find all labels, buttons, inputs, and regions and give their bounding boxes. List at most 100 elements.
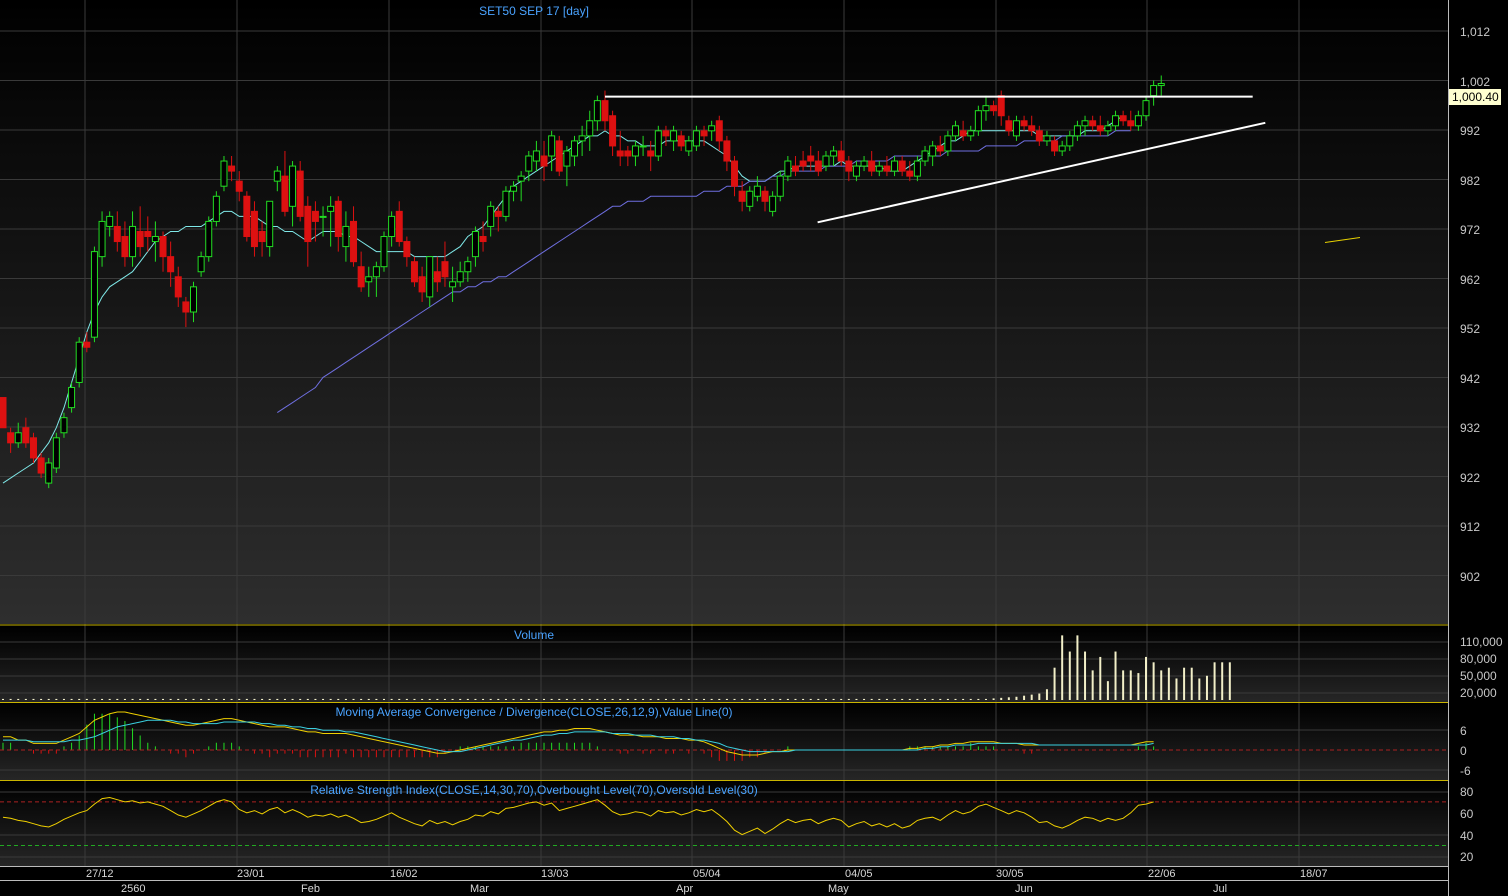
candle-down bbox=[83, 341, 91, 348]
month-label: Mar bbox=[470, 883, 489, 895]
candle-up bbox=[380, 236, 388, 268]
candle-up bbox=[952, 125, 959, 137]
candle-down bbox=[0, 397, 7, 429]
candle-down bbox=[936, 145, 944, 152]
candle-down bbox=[609, 115, 617, 147]
candle-up bbox=[1073, 125, 1081, 137]
candle-down bbox=[990, 105, 998, 112]
chart-title: SET50 SEP 17 [day] bbox=[479, 4, 589, 18]
candle-down bbox=[898, 160, 906, 172]
candle-down bbox=[883, 165, 891, 172]
candle-down bbox=[738, 190, 746, 202]
candle-down bbox=[167, 256, 175, 273]
candle-up bbox=[487, 205, 495, 227]
price-tick-label: 1,002 bbox=[1460, 75, 1490, 89]
candle-up bbox=[212, 195, 220, 222]
date-tick-label: 18/07 bbox=[1300, 868, 1328, 880]
candle-up bbox=[45, 462, 53, 484]
candle-down bbox=[731, 160, 739, 187]
candle-down bbox=[479, 236, 487, 243]
candle-down bbox=[418, 276, 426, 293]
chart-canvas: SET50 SEP 17 [day] Volume Moving Average… bbox=[0, 0, 1503, 896]
candle-down bbox=[1089, 120, 1097, 127]
candle-up bbox=[944, 135, 952, 152]
date-tick-label: 04/05 bbox=[845, 868, 873, 880]
date-tick-label: 13/03 bbox=[541, 868, 569, 880]
macd-title: Moving Average Convergence / Divergence(… bbox=[335, 705, 732, 719]
candle-down bbox=[997, 95, 1005, 117]
candle-up bbox=[769, 195, 777, 212]
candle-up bbox=[525, 155, 533, 172]
candle-down bbox=[22, 427, 30, 444]
candle-down bbox=[350, 220, 358, 263]
price-tick-label: 942 bbox=[1460, 372, 1480, 386]
candle-down bbox=[174, 276, 182, 298]
candle-up bbox=[273, 170, 281, 182]
candle-down bbox=[433, 271, 441, 283]
macd-tick-label: 6 bbox=[1460, 724, 1467, 738]
candle-up bbox=[929, 145, 937, 157]
candle-up bbox=[1081, 120, 1089, 127]
candle-up bbox=[289, 165, 297, 207]
candle-up bbox=[1112, 115, 1120, 127]
candle-up bbox=[197, 256, 205, 273]
candle-up bbox=[327, 205, 335, 212]
rsi-title: Relative Strength Index(CLOSE,14,30,70),… bbox=[310, 783, 758, 797]
candle-down bbox=[37, 457, 45, 474]
candle-up bbox=[578, 135, 586, 142]
candle-down bbox=[601, 100, 609, 122]
candle-down bbox=[410, 261, 418, 283]
price-tick-label: 922 bbox=[1460, 471, 1480, 485]
candle-up bbox=[68, 386, 76, 409]
volume-title: Volume bbox=[514, 628, 554, 642]
month-label: 2560 bbox=[121, 883, 145, 895]
price-tick-label: 902 bbox=[1460, 570, 1480, 584]
candle-down bbox=[677, 135, 685, 147]
candle-down bbox=[1035, 130, 1043, 142]
volume-tick-label: 110,000 bbox=[1460, 635, 1503, 649]
candle-down bbox=[258, 230, 266, 243]
candle-up bbox=[464, 261, 472, 273]
candle-down bbox=[304, 205, 312, 243]
volume-tick-label: 20,000 bbox=[1460, 686, 1497, 700]
month-label: May bbox=[828, 883, 849, 895]
candle-up bbox=[106, 215, 114, 227]
candle-down bbox=[845, 160, 853, 172]
candle-up bbox=[1066, 135, 1074, 147]
candle-down bbox=[837, 150, 845, 162]
candle-up bbox=[60, 417, 68, 434]
candle-up bbox=[205, 220, 213, 258]
month-label: Jun bbox=[1015, 883, 1033, 895]
candle-down bbox=[906, 170, 914, 177]
candle-up bbox=[1104, 125, 1112, 132]
candle-up bbox=[639, 145, 647, 148]
candle-up bbox=[151, 236, 159, 243]
price-tick-label: 972 bbox=[1460, 223, 1480, 237]
candle-down bbox=[357, 266, 365, 288]
rsi-axis: 80 60 40 20 bbox=[1460, 785, 1474, 864]
candle-up bbox=[571, 140, 578, 157]
date-tick-label: 23/01 bbox=[237, 868, 265, 880]
date-tick-label: 27/12 bbox=[86, 868, 114, 880]
price-tick-label: 952 bbox=[1460, 322, 1480, 336]
candle-down bbox=[715, 120, 723, 142]
month-label: Jul bbox=[1213, 883, 1227, 895]
date-axis: 27/12 23/01 16/02 13/03 05/04 04/05 30/0… bbox=[86, 868, 1328, 895]
candle-down bbox=[624, 150, 632, 157]
candle-down bbox=[144, 230, 152, 238]
volume-tick-label: 50,000 bbox=[1460, 669, 1497, 683]
candle-up bbox=[98, 220, 106, 258]
candle-up bbox=[852, 165, 860, 177]
volume-axis: 110,000 80,000 50,000 20,000 bbox=[1460, 635, 1503, 700]
candle-down bbox=[311, 210, 319, 222]
volume-tick-label: 80,000 bbox=[1460, 652, 1497, 666]
rsi-tick-label: 60 bbox=[1460, 807, 1474, 821]
month-label: Feb bbox=[301, 883, 320, 895]
candle-down bbox=[799, 160, 807, 167]
month-label: Apr bbox=[676, 883, 693, 895]
candle-down bbox=[243, 195, 251, 238]
candle-up bbox=[593, 100, 601, 122]
candle-up bbox=[1043, 135, 1051, 142]
price-tick-label: 1,012 bbox=[1460, 25, 1490, 39]
candle-up bbox=[14, 432, 22, 444]
